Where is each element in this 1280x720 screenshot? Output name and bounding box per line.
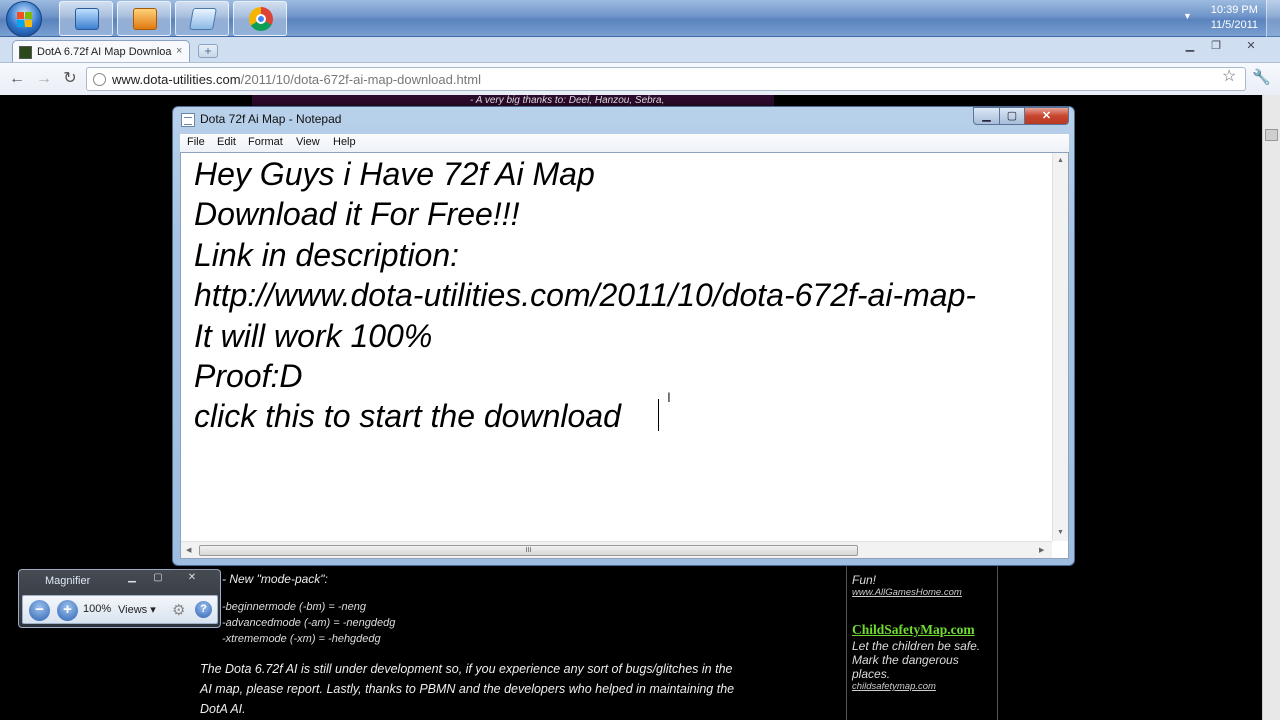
childsafetymap-description: Let the children be safe. Mark the dange… [852, 639, 981, 681]
scroll-left-icon[interactable]: ◀ [186, 546, 191, 554]
editor-vertical-scrollbar[interactable]: ▲ ▼ [1052, 153, 1068, 541]
text-caret [658, 399, 659, 431]
banner-text: - A very big thanks to: Deel, Hanzou, Se… [470, 95, 665, 106]
mode-item: -beginnermode (-bm) = -neng [222, 601, 366, 613]
back-button[interactable]: ← [6, 68, 28, 90]
notepad-window: Dota 72f Ai Map - Notepad ▁ ▢ ✕ File Edi… [172, 106, 1075, 566]
chrome-icon [249, 7, 273, 31]
notepad-close-button[interactable]: ✕ [1024, 107, 1069, 125]
taskbar-media-player-button[interactable] [117, 1, 171, 36]
menu-file[interactable]: File [187, 136, 205, 148]
clock-time: 10:39 PM [1210, 4, 1258, 16]
paragraph-line: The Dota 6.72f AI is still under develop… [200, 662, 733, 676]
computer-icon [75, 8, 99, 30]
page-banner: - A very big thanks to: Deel, Hanzou, Se… [252, 95, 774, 106]
mode-pack-title: - New "mode-pack": [222, 572, 328, 586]
notepad-maximize-button[interactable]: ▢ [999, 107, 1025, 125]
url-path: /2011/10/dota-672f-ai-map-download.html [240, 72, 482, 87]
url-domain: www.dota-utilities.com [112, 72, 241, 87]
text-editor[interactable]: Hey Guys i Have 72f Ai Map Download it F… [180, 152, 1069, 559]
page-icon [93, 73, 106, 86]
scroll-up-icon[interactable]: ▲ [1057, 157, 1064, 164]
forward-button[interactable]: → [33, 68, 55, 90]
notepad-title: Dota 72f Ai Map - Notepad [200, 112, 342, 126]
taskbar-notepad-button[interactable] [175, 1, 229, 36]
url-text: www.dota-utilities.com/2011/10/dota-672f… [112, 72, 481, 87]
new-tab-button[interactable]: + [198, 44, 218, 58]
help-button[interactable]: ? [195, 601, 212, 618]
scroll-down-icon[interactable]: ▼ [1057, 529, 1064, 536]
magnifier-minimize-button[interactable]: ▁ [121, 571, 143, 585]
ad-link[interactable]: www.AllGamesHome.com [852, 587, 962, 598]
browser-minimize-button[interactable]: ▁ [1180, 38, 1200, 56]
horizontal-scroll-thumb[interactable]: III [199, 545, 858, 556]
browser-toolbar: ← → ↻ www.dota-utilities.com/2011/10/dot… [0, 62, 1280, 95]
taskbar-explorer-button[interactable] [59, 1, 113, 36]
zoom-in-button[interactable]: + [57, 600, 78, 621]
reload-button[interactable]: ↻ [59, 68, 81, 90]
browser-tab[interactable]: DotA 6.72f AI Map Downloa × [12, 40, 190, 64]
text-line: http://www.dota-utilities.com/2011/10/do… [194, 277, 977, 313]
page-scrollbar-thumb[interactable] [1265, 129, 1278, 141]
menu-format[interactable]: Format [248, 136, 283, 148]
childsafetymap-url[interactable]: childsafetymap.com [852, 681, 936, 692]
scroll-right-icon[interactable]: ▶ [1039, 546, 1044, 554]
ibeam-cursor-icon: I [667, 389, 671, 405]
text-line: Download it For Free!!! [194, 196, 520, 232]
taskbar-chrome-button[interactable] [233, 1, 287, 36]
clock[interactable]: 10:39 PM 11/5/2011 [1211, 3, 1258, 33]
notepad-icon [189, 8, 217, 30]
page-scrollbar[interactable] [1262, 95, 1280, 720]
magnifier-maximize-button[interactable]: ▢ [147, 571, 169, 585]
wrench-menu-icon[interactable]: 🔧 [1252, 68, 1271, 86]
magnifier-close-button[interactable]: ✕ [181, 571, 203, 585]
tab-close-icon[interactable]: × [176, 45, 182, 57]
tray-expand-icon[interactable]: ▼ [1183, 11, 1192, 21]
gear-icon[interactable]: ⚙ [172, 601, 185, 619]
tab-title: DotA 6.72f AI Map Downloa [37, 46, 172, 58]
taskbar: ▼ 10:39 PM 11/5/2011 [0, 0, 1280, 37]
menu-help[interactable]: Help [333, 136, 356, 148]
mode-item: -advancedmode (-am) = -nengdedg [222, 617, 396, 629]
ad-text: Fun! [852, 573, 877, 587]
address-bar[interactable]: www.dota-utilities.com/2011/10/dota-672f… [86, 67, 1246, 91]
notepad-minimize-button[interactable]: ▁ [973, 107, 1000, 125]
zoom-out-button[interactable]: − [29, 600, 50, 621]
show-desktop-button[interactable] [1266, 0, 1280, 37]
text-line: It will work 100% [194, 318, 433, 354]
menu-view[interactable]: View [296, 136, 320, 148]
notepad-icon [181, 113, 195, 127]
magnifier-toolbar: − + 100% Views ▾ ⚙ ? [22, 595, 218, 624]
menu-bar: File Edit Format View Help [180, 134, 1069, 152]
views-dropdown[interactable]: Views ▾ [118, 603, 156, 616]
windows-flag-icon [17, 12, 33, 28]
start-button[interactable] [6, 1, 42, 37]
tab-favicon-icon [19, 46, 32, 59]
paragraph-line: AI map, please report. Lastly, thanks to… [200, 682, 735, 696]
zoom-level: 100% [83, 603, 112, 615]
bookmark-star-icon[interactable]: ☆ [1222, 66, 1236, 86]
clock-date: 11/5/2011 [1210, 19, 1258, 31]
childsafetymap-link[interactable]: ChildSafetyMap.com [852, 622, 975, 638]
screen: ▼ 10:39 PM 11/5/2011 DotA 6.72f AI Map D… [0, 0, 1280, 720]
text-line: Link in description: [194, 237, 460, 273]
text-line: Hey Guys i Have 72f Ai Map [194, 156, 595, 192]
text-line: Proof:D [194, 358, 303, 394]
text-line: click this to start the download [194, 398, 621, 434]
paragraph-line: DotA AI. [200, 702, 246, 716]
browser-close-button[interactable]: ✕ [1236, 38, 1266, 56]
editor-horizontal-scrollbar[interactable]: ◀ III ▶ [181, 541, 1052, 558]
media-player-icon [133, 8, 157, 30]
magnifier-title: Magnifier [45, 575, 91, 587]
browser-maximize-button[interactable]: ❐ [1206, 38, 1226, 56]
magnifier-window: Magnifier ▁ ▢ ✕ − + 100% Views ▾ ⚙ ? [18, 569, 221, 628]
mode-item: -xtrememode (-xm) = -hehgdedg [222, 633, 381, 645]
menu-edit[interactable]: Edit [217, 136, 236, 148]
